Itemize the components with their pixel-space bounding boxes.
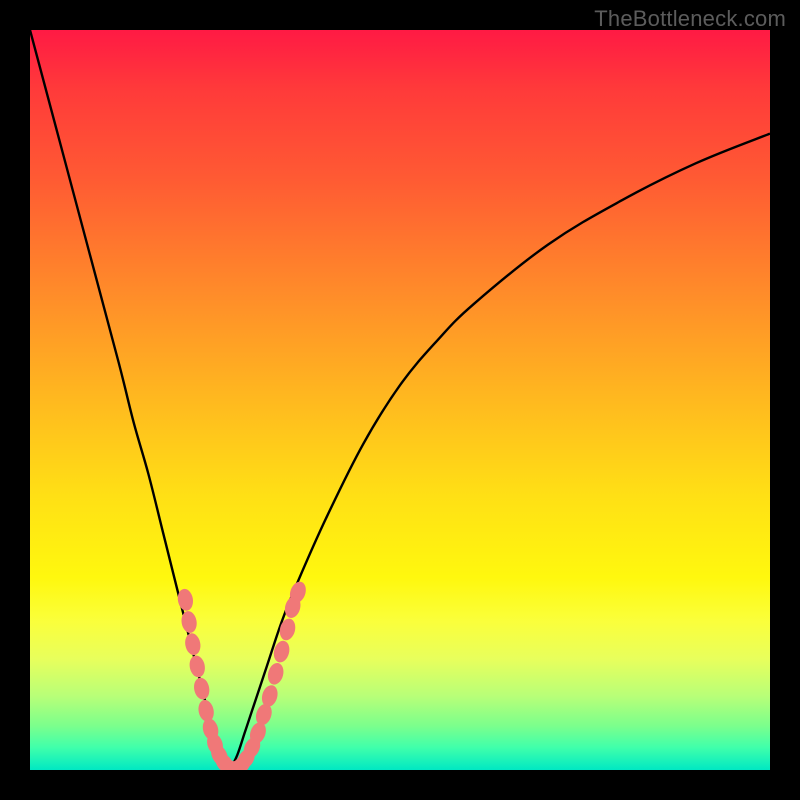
highlight-dot — [183, 632, 202, 656]
curves-layer — [30, 30, 770, 770]
plot-area — [30, 30, 770, 770]
highlight-dot — [188, 654, 207, 679]
chart-frame: TheBottleneck.com — [0, 0, 800, 800]
highlight-dot — [278, 617, 298, 642]
watermark-text: TheBottleneck.com — [594, 6, 786, 32]
highlight-dot — [266, 661, 286, 686]
highlight-dot — [192, 676, 211, 701]
right-curve — [230, 134, 770, 770]
